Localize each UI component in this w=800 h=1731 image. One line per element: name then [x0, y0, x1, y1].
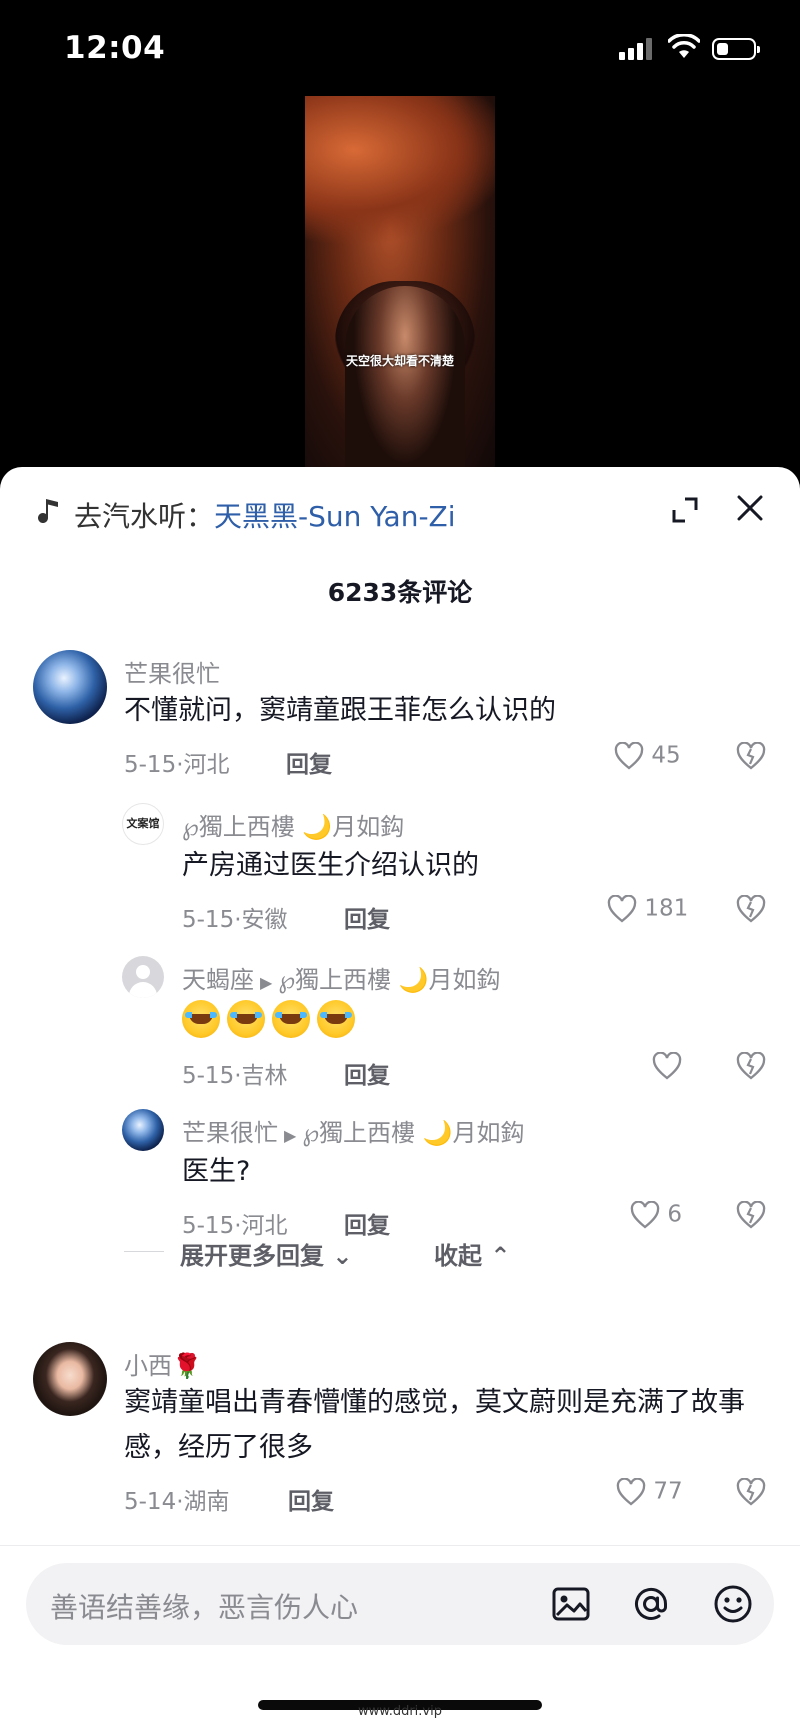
expand-more-replies[interactable]: 展开更多回复 ⌄ — [180, 1236, 352, 1271]
heart-icon — [630, 1200, 660, 1229]
dislike-icon — [736, 894, 766, 923]
video-cloud — [305, 96, 495, 246]
video-subtitle: 天空很大却看不清楚 — [345, 354, 454, 368]
reply-button[interactable]: 回复 — [344, 1206, 390, 1240]
music-note-icon — [38, 499, 58, 523]
emoji-text — [182, 1000, 362, 1042]
collapse-label: 收起 — [434, 1242, 482, 1270]
signal-icon — [619, 38, 652, 60]
comment-location: 吉林 — [241, 1063, 288, 1089]
crying-emoji-icon — [317, 1000, 355, 1038]
dislike-button[interactable] — [736, 894, 766, 923]
dislike-icon — [736, 741, 766, 770]
like-button[interactable] — [652, 1051, 682, 1080]
crying-emoji-icon — [272, 1000, 310, 1038]
comment-count: 6233条评论 — [327, 578, 473, 607]
comment-username[interactable]: 芒果很忙 ▶ ℘獨上西樓 🌙月如鈎 — [182, 1113, 525, 1148]
comment-meta: 5-15·吉林 — [182, 1063, 288, 1089]
comment-input-placeholder: 善语结善缘，恶言伤人心 — [50, 1591, 359, 1624]
at-icon[interactable] — [630, 1583, 672, 1625]
reply-button[interactable]: 回复 — [344, 1056, 390, 1090]
comment-meta: 5-15·河北 — [182, 1213, 288, 1239]
heart-icon — [607, 894, 637, 923]
listen-link[interactable]: 去汽水听：天黑黑-Sun Yan-Zi — [74, 495, 456, 535]
avatar[interactable] — [122, 956, 164, 998]
comment-location: 安徽 — [241, 907, 288, 933]
dislike-icon — [736, 1200, 766, 1229]
reply-target[interactable]: ℘獨上西樓 🌙月如鈎 — [302, 1119, 524, 1147]
comment-text: 不懂就问，窦靖童跟王菲怎么认识的 — [124, 695, 556, 726]
like-count: 181 — [644, 895, 689, 922]
video-singer — [345, 286, 465, 470]
divider-line — [124, 1251, 164, 1252]
battery-icon — [712, 38, 760, 60]
like-button[interactable]: 45 — [614, 741, 681, 770]
avatar[interactable]: 文案馆 — [122, 803, 164, 845]
comment-username[interactable]: 小西🌹 — [124, 1346, 202, 1381]
comment-date: 5-14 — [124, 1489, 177, 1515]
reply-author[interactable]: 芒果很忙 — [182, 1119, 278, 1147]
comment-date: 5-15 — [124, 752, 177, 778]
reply-button[interactable]: 回复 — [344, 900, 390, 934]
emoji-icon[interactable] — [712, 1583, 754, 1625]
song-title[interactable]: 天黑黑-Sun Yan-Zi — [214, 500, 456, 533]
watermark: www.ddri.vip — [358, 1704, 442, 1719]
comment-input[interactable]: 善语结善缘，恶言伤人心 — [26, 1563, 774, 1645]
avatar[interactable] — [33, 1342, 107, 1416]
comment-username[interactable]: 天蝎座 ▶ ℘獨上西樓 🌙月如鈎 — [182, 960, 501, 995]
wifi-icon — [668, 34, 700, 58]
dislike-button[interactable] — [736, 1051, 766, 1080]
dislike-button[interactable] — [736, 1477, 766, 1506]
reply-button[interactable]: 回复 — [286, 745, 332, 779]
expand-more-label: 展开更多回复 — [180, 1242, 324, 1270]
like-count: 77 — [653, 1478, 683, 1505]
listen-prefix: 去汽水听： — [74, 500, 215, 533]
comment-text: 医生? — [182, 1156, 251, 1187]
like-button[interactable]: 77 — [616, 1477, 683, 1506]
comment-username[interactable]: ℘獨上西樓 🌙月如鈎 — [182, 807, 404, 842]
heart-icon — [614, 741, 644, 770]
close-icon[interactable] — [736, 494, 764, 522]
dislike-icon — [736, 1477, 766, 1506]
dislike-icon — [736, 1051, 766, 1080]
comment-text: 窦靖童唱出青春懵懂的感觉，莫文蔚则是充满了故事感，经历了很多 — [124, 1387, 745, 1463]
like-count: 6 — [667, 1201, 682, 1228]
input-divider — [0, 1545, 800, 1546]
like-count: 45 — [651, 742, 681, 769]
avatar[interactable] — [122, 1109, 164, 1151]
comment-username[interactable]: 芒果很忙 — [124, 654, 220, 689]
comment-date: 5-15 — [182, 1063, 235, 1089]
reply-button[interactable]: 回复 — [288, 1482, 334, 1516]
expand-icon[interactable] — [671, 496, 699, 524]
collapse-replies[interactable]: 收起 ⌃ — [434, 1236, 510, 1271]
sheet-header: 去汽水听：天黑黑-Sun Yan-Zi — [0, 467, 800, 557]
comment-date: 5-15 — [182, 907, 235, 933]
crying-emoji-icon — [227, 1000, 265, 1038]
comment-location: 河北 — [183, 752, 230, 778]
dislike-button[interactable] — [736, 1200, 766, 1229]
dislike-button[interactable] — [736, 741, 766, 770]
avatar[interactable] — [33, 650, 107, 724]
comment-meta: 5-14·湖南 — [124, 1489, 230, 1515]
heart-icon — [616, 1477, 646, 1506]
comment-location: 湖南 — [183, 1489, 230, 1515]
video-preview[interactable]: 天空很大却看不清楚 — [305, 96, 495, 470]
heart-icon — [652, 1051, 682, 1080]
comment-text: 产房通过医生介绍认识的 — [182, 850, 479, 881]
status-bar: 12:04 — [0, 0, 800, 96]
chevron-up-icon: ⌃ — [490, 1242, 511, 1270]
status-time: 12:04 — [64, 30, 166, 66]
reply-target[interactable]: ℘獨上西樓 🌙月如鈎 — [278, 966, 500, 994]
like-button[interactable]: 6 — [630, 1200, 682, 1229]
comment-meta: 5-15·河北 — [124, 752, 230, 778]
reply-author[interactable]: 天蝎座 — [182, 966, 254, 994]
crying-emoji-icon — [182, 1000, 220, 1038]
comment-meta: 5-15·安徽 — [182, 907, 288, 933]
chevron-down-icon: ⌄ — [332, 1242, 353, 1270]
reply-arrow-icon: ▶ — [284, 1126, 297, 1145]
comment-sheet: 去汽水听：天黑黑-Sun Yan-Zi 6233条评论 — [0, 467, 800, 1731]
reply-arrow-icon: ▶ — [260, 973, 273, 992]
image-icon[interactable] — [550, 1583, 592, 1625]
like-button[interactable]: 181 — [607, 894, 689, 923]
